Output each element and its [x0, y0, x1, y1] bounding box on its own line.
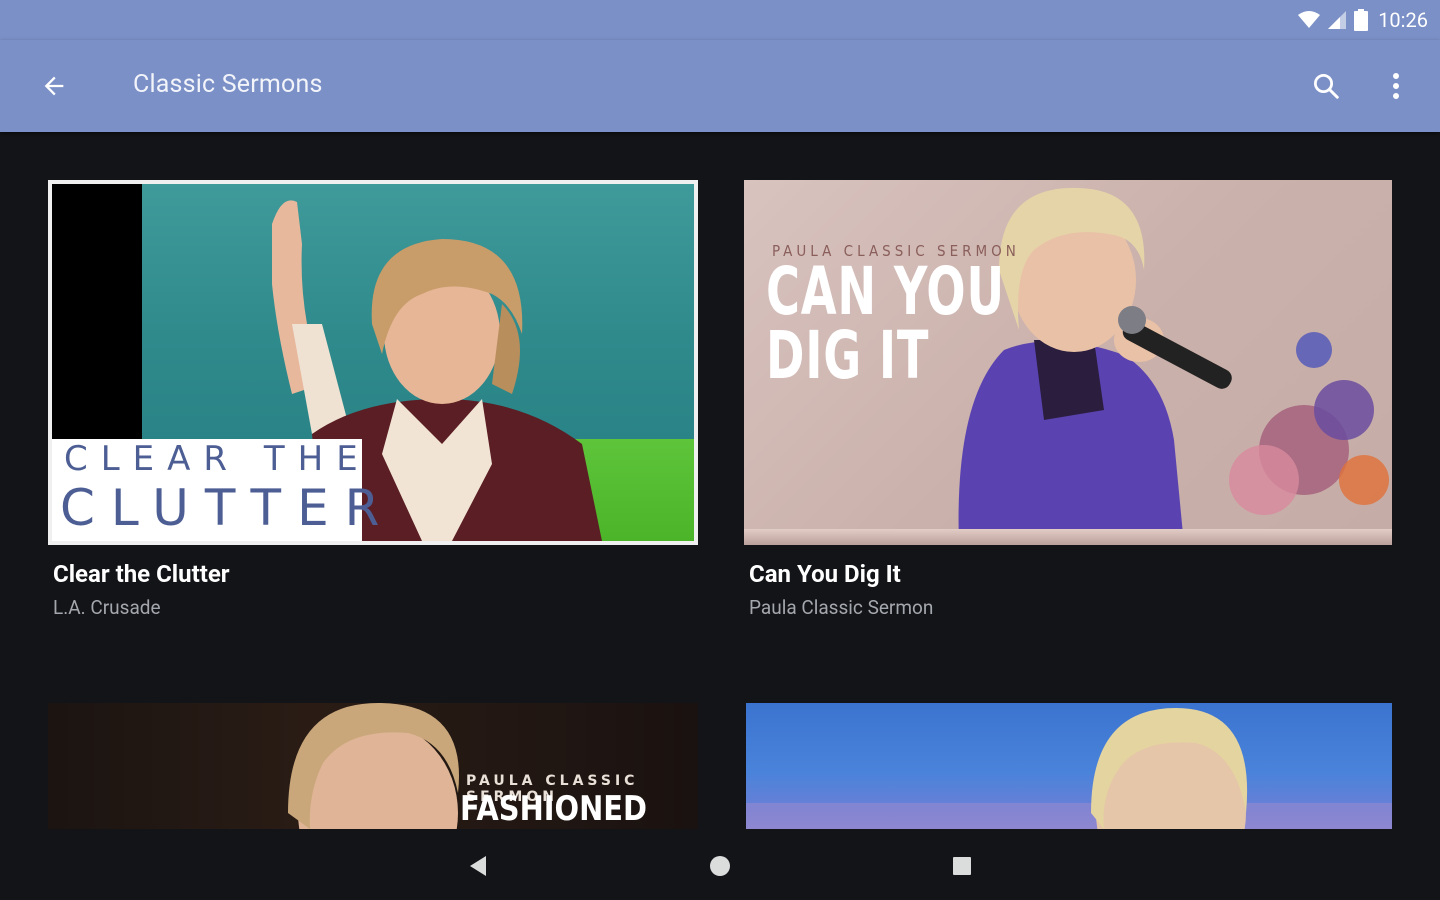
nav-home-icon	[710, 856, 730, 876]
cell-signal-icon	[1328, 11, 1347, 29]
system-nav-bar	[0, 830, 1440, 900]
thumbnail-text: FASHIONED TO	[460, 789, 648, 829]
thumbnail-text: CLEAR THE	[64, 439, 371, 479]
sermon-thumbnail[interactable]: PAULA CLASSIC SERMON CAN YOU DIG IT	[744, 180, 1392, 545]
back-button[interactable]	[30, 64, 78, 108]
wifi-icon	[1298, 11, 1321, 28]
sermon-thumbnail[interactable]	[746, 703, 1392, 829]
card-subtitle: Paula Classic Sermon	[749, 596, 934, 619]
nav-home-button[interactable]	[704, 850, 736, 882]
sermon-thumbnail[interactable]: PAULA CLASSIC SERMON FASHIONED TO	[48, 703, 698, 829]
thumbnail-text-line: CAN YOU	[766, 253, 1005, 330]
status-icons	[1298, 9, 1369, 31]
more-vert-icon	[1393, 73, 1399, 99]
search-button[interactable]	[1302, 62, 1350, 110]
card-title[interactable]: Clear the Clutter	[53, 560, 230, 588]
status-bar: 10:26	[0, 0, 1440, 40]
card-title[interactable]: Can You Dig It	[749, 560, 901, 588]
thumbnail-background	[52, 184, 142, 439]
back-arrow-icon	[44, 76, 64, 96]
app-toolbar: Classic Sermons	[0, 40, 1440, 132]
thumbnail-background	[744, 529, 1392, 545]
sermon-thumbnail[interactable]: CLEAR THE CLUTTER	[48, 180, 698, 545]
speaker-figure	[746, 708, 1392, 829]
nav-recents-button[interactable]	[946, 850, 978, 882]
thumbnail-text-line: DIG IT	[766, 317, 930, 394]
page-title: Classic Sermons	[133, 70, 323, 99]
thumbnail-text: CAN YOU DIG IT	[766, 253, 1005, 394]
overflow-menu-button[interactable]	[1372, 62, 1420, 110]
card-subtitle: L.A. Crusade	[53, 596, 161, 619]
nav-recents-icon	[953, 857, 971, 875]
nav-back-button[interactable]	[462, 850, 494, 882]
thumbnail-text: CLUTTER	[60, 479, 396, 537]
nav-back-icon	[470, 856, 486, 876]
search-icon	[1314, 74, 1339, 99]
battery-icon	[1354, 9, 1369, 31]
status-time: 10:26	[1378, 8, 1428, 32]
